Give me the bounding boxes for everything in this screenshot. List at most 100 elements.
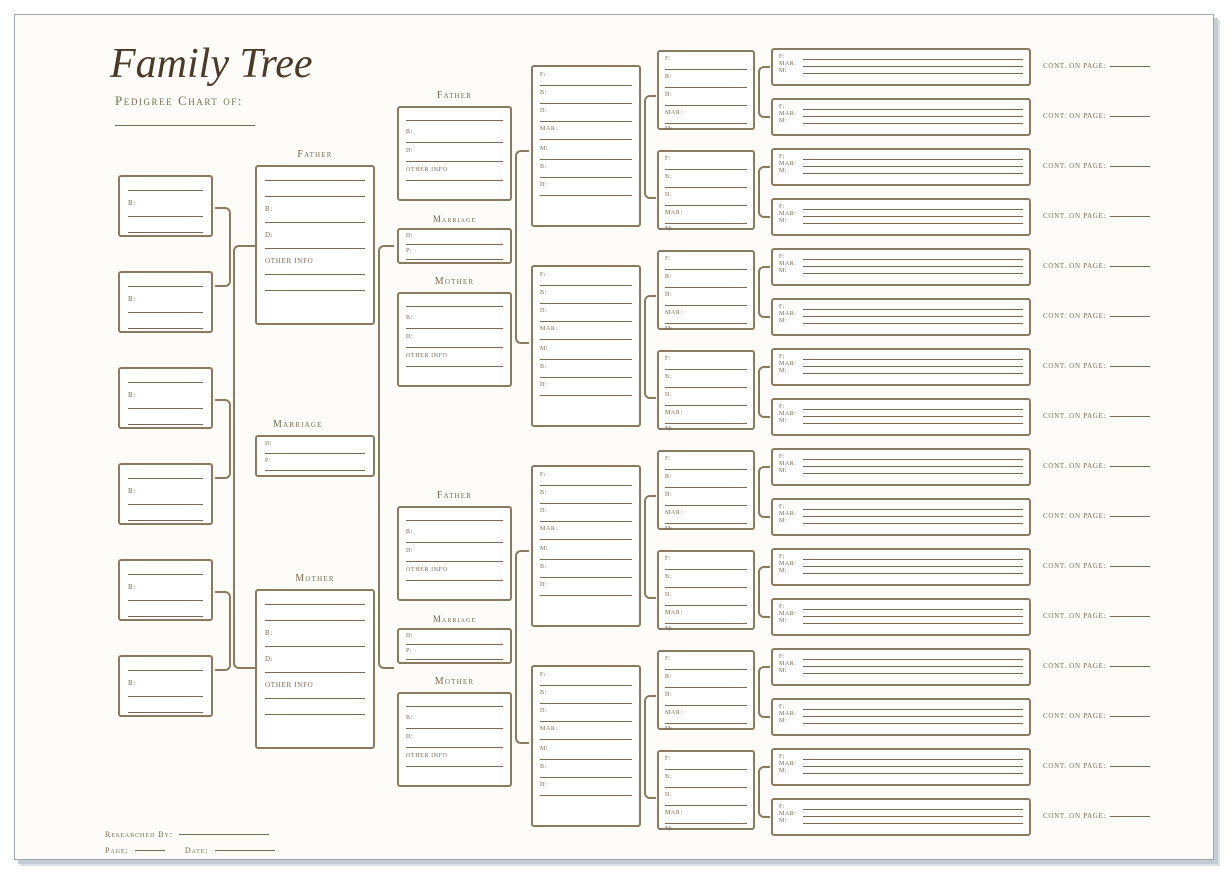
- gen4-box-2[interactable]: F: B: D: MAR: M: B: D:: [531, 265, 641, 427]
- gen4-box-1[interactable]: F: B: D: MAR: M: B: D:: [531, 65, 641, 227]
- footer-2: Page: Date:: [105, 846, 275, 855]
- gen3-mother-box[interactable]: B: D: Other Info: [397, 292, 512, 387]
- cont-on-page-9[interactable]: Cont. on Page:: [1043, 462, 1150, 470]
- child-box-6[interactable]: B:: [118, 655, 213, 717]
- gen5-box-6[interactable]: F: B: D: MAR: M:: [657, 550, 755, 630]
- gen2-marriage-box[interactable]: D: P:: [255, 435, 375, 477]
- gen3-father-label: Father: [397, 90, 512, 101]
- cont-on-page-7[interactable]: Cont. on Page:: [1043, 362, 1150, 370]
- gen5-box-1[interactable]: F: B: D: MAR: M:: [657, 50, 755, 130]
- bracket: [758, 166, 770, 218]
- gen6-box-1[interactable]: F: MAR: M:: [771, 48, 1031, 86]
- cont-on-page-8[interactable]: Cont. on Page:: [1043, 412, 1150, 420]
- gen6-box-6[interactable]: F: MAR: M:: [771, 298, 1031, 336]
- bracket: [644, 495, 656, 599]
- gen6-box-2[interactable]: F: MAR: M:: [771, 98, 1031, 136]
- researched-by-label: Researched By:: [105, 830, 173, 839]
- cont-on-page-6[interactable]: Cont. on Page:: [1043, 312, 1150, 320]
- child-box-4[interactable]: B:: [118, 463, 213, 525]
- child-box-1[interactable]: B:: [118, 175, 213, 237]
- page-subtitle: Pedigree Chart of:: [115, 93, 243, 109]
- page-label: Page:: [105, 846, 129, 855]
- cont-on-page-16[interactable]: Cont. on Page:: [1043, 812, 1150, 820]
- bracket: [758, 366, 770, 418]
- gen6-box-7[interactable]: F: MAR: M:: [771, 348, 1031, 386]
- bracket: [515, 150, 529, 344]
- bracket: [758, 66, 770, 118]
- gen5-box-8[interactable]: F: B: D: MAR: M:: [657, 750, 755, 830]
- bracket: [215, 207, 231, 287]
- date-line[interactable]: [215, 850, 275, 851]
- child-box-5[interactable]: B:: [118, 559, 213, 621]
- gen3-marriage-label: Marriage: [397, 614, 512, 624]
- gen2-mother-box[interactable]: B: D: Other Info: [255, 589, 375, 749]
- cont-on-page-2[interactable]: Cont. on Page:: [1043, 112, 1150, 120]
- researched-by-line[interactable]: [179, 834, 269, 835]
- gen2-father-box[interactable]: B: D: Other Info: [255, 165, 375, 325]
- gen3-father-label: Father: [397, 490, 512, 501]
- bracket: [644, 695, 656, 799]
- gen5-box-7[interactable]: F: B: D: MAR: M:: [657, 650, 755, 730]
- child-box-2[interactable]: B:: [118, 271, 213, 333]
- gen3-mother-box[interactable]: B: D: Other Info: [397, 692, 512, 787]
- gen4-box-3[interactable]: F: B: D: MAR: M: B: D:: [531, 465, 641, 627]
- gen5-box-4[interactable]: F: B: D: MAR: M:: [657, 350, 755, 430]
- gen6-box-13[interactable]: F: MAR: M:: [771, 648, 1031, 686]
- bracket: [758, 566, 770, 618]
- gen6-box-14[interactable]: F: MAR: M:: [771, 698, 1031, 736]
- cont-on-page-14[interactable]: Cont. on Page:: [1043, 712, 1150, 720]
- bracket: [758, 466, 770, 518]
- date-label: Date:: [185, 846, 209, 855]
- gen3-mother-label: Mother: [397, 676, 512, 687]
- gen2-father-label: Father: [255, 149, 375, 160]
- gen4-box-4[interactable]: F: B: D: MAR: M: B: D:: [531, 665, 641, 827]
- bracket: [758, 266, 770, 318]
- page-line[interactable]: [135, 850, 165, 851]
- gen6-box-10[interactable]: F: MAR: M:: [771, 498, 1031, 536]
- gen3-father-box[interactable]: B: D: Other Info: [397, 106, 512, 201]
- child-box-3[interactable]: B:: [118, 367, 213, 429]
- gen5-box-3[interactable]: F: B: D: MAR: M:: [657, 250, 755, 330]
- cont-on-page-3[interactable]: Cont. on Page:: [1043, 162, 1150, 170]
- page: Family Tree Pedigree Chart of: Father B:…: [0, 0, 1228, 874]
- gen6-box-16[interactable]: F: MAR: M:: [771, 798, 1031, 836]
- bracket: [515, 550, 529, 744]
- gen2-marriage-label: Marriage: [273, 419, 323, 430]
- bracket: [644, 295, 656, 399]
- gen5-box-2[interactable]: F: B: D: MAR: M:: [657, 150, 755, 230]
- bracket: [215, 591, 231, 671]
- cont-on-page-15[interactable]: Cont. on Page:: [1043, 762, 1150, 770]
- cont-on-page-11[interactable]: Cont. on Page:: [1043, 562, 1150, 570]
- gen6-box-15[interactable]: F: MAR: M:: [771, 748, 1031, 786]
- gen6-box-4[interactable]: F: MAR: M:: [771, 198, 1031, 236]
- cont-on-page-12[interactable]: Cont. on Page:: [1043, 612, 1150, 620]
- gen6-box-3[interactable]: F: MAR: M:: [771, 148, 1031, 186]
- gen3-marriage-box[interactable]: D: P:: [397, 228, 512, 264]
- gen3-mother-label: Mother: [397, 276, 512, 287]
- bracket: [233, 245, 255, 669]
- cont-on-page-13[interactable]: Cont. on Page:: [1043, 662, 1150, 670]
- gen6-box-11[interactable]: F: MAR: M:: [771, 548, 1031, 586]
- gen6-box-9[interactable]: F: MAR: M:: [771, 448, 1031, 486]
- gen6-box-5[interactable]: F: MAR: M:: [771, 248, 1031, 286]
- bracket: [758, 666, 770, 718]
- cont-on-page-4[interactable]: Cont. on Page:: [1043, 212, 1150, 220]
- bracket: [758, 766, 770, 818]
- cont-on-page-1[interactable]: Cont. on Page:: [1043, 62, 1150, 70]
- footer: Researched By:: [105, 830, 269, 839]
- gen2-mother-label: Mother: [255, 573, 375, 584]
- gen6-box-8[interactable]: F: MAR: M:: [771, 398, 1031, 436]
- pedigree-chart-sheet: Family Tree Pedigree Chart of: Father B:…: [14, 14, 1214, 860]
- gen6-box-12[interactable]: F: MAR: M:: [771, 598, 1031, 636]
- bracket: [378, 245, 394, 669]
- bracket: [215, 399, 231, 479]
- bracket: [644, 95, 656, 199]
- gen3-father-box[interactable]: B: D: Other Info: [397, 506, 512, 601]
- gen3-marriage-box[interactable]: D: P:: [397, 628, 512, 664]
- cont-on-page-10[interactable]: Cont. on Page:: [1043, 512, 1150, 520]
- page-title: Family Tree: [110, 40, 313, 88]
- subject-name-line[interactable]: [115, 125, 255, 126]
- gen5-box-5[interactable]: F: B: D: MAR: M:: [657, 450, 755, 530]
- gen3-marriage-label: Marriage: [397, 214, 512, 224]
- cont-on-page-5[interactable]: Cont. on Page:: [1043, 262, 1150, 270]
